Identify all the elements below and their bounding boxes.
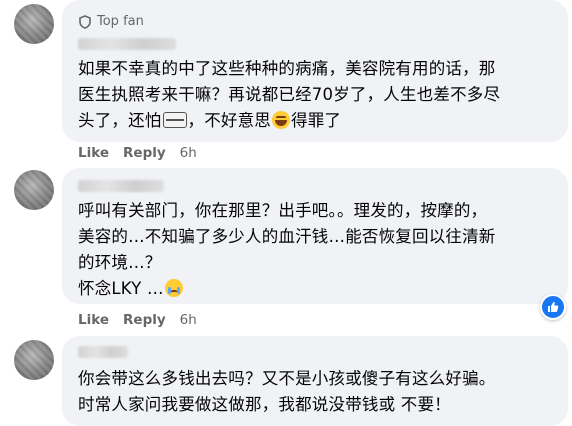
text-line: 如果不幸真的中了这些种种的病痛，美容院有用的话，那	[78, 59, 496, 78]
comment-text: 呼叫有关部门，你在那里？出手吧。。理发的，按摩的， 美容的…不知骗了多少人的血汗…	[78, 198, 496, 302]
text-line: 你会带这么多钱出去吗？又不是小孩或傻子有这么好骗。	[78, 369, 496, 388]
comment-text: 如果不幸真的中了这些种种的病痛，美容院有用的话，那 医生执照考来干嘛？再说都已经…	[78, 56, 500, 134]
like-reaction-icon[interactable]	[540, 294, 566, 320]
text-line: 的环境…？	[78, 253, 162, 272]
author-name[interactable]	[78, 346, 128, 358]
like-button[interactable]: Like	[78, 145, 109, 161]
text-line: 时常人家问我要做这做那，我都说没带钱或 不要！	[78, 395, 451, 414]
text-segment: 得罪了	[291, 111, 342, 130]
text-segment: 头了，还怕	[78, 111, 162, 130]
author-name[interactable]	[78, 180, 164, 192]
laughing-emoji-icon	[272, 111, 290, 129]
badge-label: Top fan	[97, 14, 144, 29]
avatar[interactable]	[14, 340, 54, 380]
text-line: 医生执照考来干嘛？再说都已经70岁了，人生也差不多尽	[78, 85, 501, 104]
text-line: 美容的…不知骗了多少人的血汗钱…能否恢复回以往清新	[78, 227, 496, 246]
avatar[interactable]	[14, 170, 54, 210]
comment-text: 你会带这么多钱出去吗？又不是小孩或傻子有这么好骗。 时常人家问我要做这做那，我都…	[78, 366, 496, 418]
crying-emoji-icon	[164, 279, 183, 297]
comment-bubble: 你会带这么多钱出去吗？又不是小孩或傻子有这么好骗。 时常人家问我要做这做那，我都…	[62, 336, 568, 426]
comment-bubble: Top fan 如果不幸真的中了这些种种的病痛，美容院有用的话，那 医生执照考来…	[62, 0, 568, 142]
reply-button[interactable]: Reply	[123, 145, 166, 161]
like-button[interactable]: Like	[78, 312, 109, 328]
comment-actions: Like Reply 6h	[78, 312, 197, 328]
timestamp[interactable]: 6h	[180, 312, 197, 328]
text-segment: 怀念LKY …	[78, 279, 164, 298]
top-fan-badge: Top fan	[78, 14, 144, 29]
text-line: 呼叫有关部门，你在那里？出手吧。。理发的，按摩的，	[78, 201, 488, 220]
text-line: 头了，还怕 ，不好意思 得罪了	[78, 108, 500, 134]
avatar[interactable]	[14, 4, 54, 44]
comment-bubble: 呼叫有关部门，你在那里？出手吧。。理发的，按摩的， 美容的…不知骗了多少人的血汗…	[62, 168, 568, 304]
timestamp[interactable]: 6h	[180, 145, 197, 161]
comment-actions: Like Reply 6h	[78, 145, 197, 161]
grimace-emoji-icon	[162, 112, 187, 128]
text-segment: ，不好意思	[187, 111, 271, 130]
author-name[interactable]	[78, 38, 176, 50]
reply-button[interactable]: Reply	[123, 312, 166, 328]
text-line: 怀念LKY …	[78, 276, 496, 302]
top-fan-badge-icon	[78, 14, 92, 29]
